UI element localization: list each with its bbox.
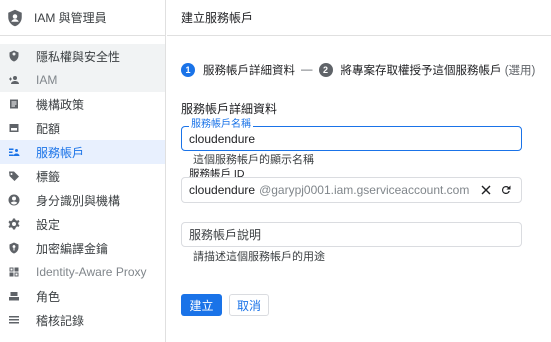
sidebar-nav: 隱私權與安全性 IAM 機構政策 配額 服務帳戶 標籤 身分識別與機構 設定 加… [0, 36, 165, 332]
key-shield-icon [8, 242, 20, 254]
sidebar-item-service-accounts[interactable]: 服務帳戶 [0, 140, 165, 164]
sidebar-title: IAM 與管理員 [34, 11, 107, 25]
sidebar-item-iap[interactable]: Identity-Aware Proxy [0, 260, 165, 284]
sidebar-item-label: 機構政策 [36, 97, 85, 112]
person-add-icon [8, 74, 20, 86]
iam-shield-logo-icon [8, 9, 22, 26]
sidebar: IAM 與管理員 隱私權與安全性 IAM 機構政策 配額 服務帳戶 標籤 身分識… [0, 0, 166, 342]
sidebar-item-label: 角色 [36, 289, 61, 304]
sidebar-item-label: 標籤 [36, 169, 61, 184]
step-2-optional: (選用) [504, 65, 536, 77]
sidebar-item-identity-org[interactable]: 身分識別與機構 [0, 188, 165, 212]
service-account-icon [8, 146, 20, 158]
service-account-description-field[interactable]: 服務帳戶說明 [181, 222, 522, 247]
quota-icon [8, 122, 20, 134]
refresh-icon[interactable] [499, 183, 513, 197]
id-field-value[interactable]: cloudendure [182, 183, 255, 197]
step-separator: — [301, 64, 313, 76]
settings-gear-icon [8, 218, 20, 230]
sidebar-item-label: 設定 [36, 217, 61, 232]
sidebar-item-privacy-security[interactable]: 隱私權與安全性 [0, 44, 165, 68]
label-tag-icon [8, 170, 20, 182]
sidebar-item-crypto-keys[interactable]: 加密編譯金鑰 [0, 236, 165, 260]
sidebar-item-audit-logs[interactable]: 稽核記錄 [0, 308, 165, 332]
main-panel: 建立服務帳戶 1 服務帳戶詳細資料 — 2 將專案存取權授予這個服務帳戶 (選用… [167, 0, 551, 342]
description-field-hint: 請描述這個服務帳戶的用途 [193, 251, 325, 263]
name-field-hint: 這個服務帳戶的顯示名稱 [193, 154, 314, 166]
id-field-suffix: @garypj0001.iam.gserviceaccount.com [259, 183, 470, 197]
step-2-label[interactable]: 將專案存取權授予這個服務帳戶 (選用) [341, 62, 536, 78]
sidebar-item-org-policies[interactable]: 機構政策 [0, 92, 165, 116]
sidebar-item-iam[interactable]: IAM [0, 68, 165, 92]
sidebar-item-label: 配額 [36, 121, 61, 136]
roles-icon [8, 290, 20, 302]
section-title: 服務帳戶詳細資料 [181, 102, 278, 116]
step-1-badge: 1 [181, 63, 195, 77]
sidebar-item-label: 隱私權與安全性 [36, 49, 121, 64]
step-2-badge: 2 [318, 63, 333, 77]
sidebar-item-labels[interactable]: 標籤 [0, 164, 165, 188]
proxy-icon [8, 266, 20, 278]
service-account-id-field[interactable]: cloudendure @garypj0001.iam.gserviceacco… [181, 177, 522, 203]
step-2-title: 將專案存取權授予這個服務帳戶 [340, 65, 502, 77]
account-circle-icon [8, 194, 20, 206]
sidebar-item-label: 服務帳戶 [36, 145, 85, 160]
sidebar-header: IAM 與管理員 [0, 0, 165, 36]
sidebar-item-label: IAM [36, 73, 58, 87]
policy-doc-icon [8, 98, 20, 110]
name-field-label: 服務帳戶名稱 [189, 119, 253, 131]
sidebar-item-roles[interactable]: 角色 [0, 284, 165, 308]
sidebar-item-label: 加密編譯金鑰 [36, 241, 109, 256]
stepper: 1 服務帳戶詳細資料 — 2 將專案存取權授予這個服務帳戶 (選用) [181, 62, 535, 78]
clear-icon[interactable] [479, 183, 493, 197]
sidebar-item-settings[interactable]: 設定 [0, 212, 165, 236]
shield-icon [8, 50, 20, 62]
service-account-name-field[interactable]: 服務帳戶名稱 cloudendure [181, 119, 522, 151]
audit-log-icon [8, 314, 20, 326]
step-1-label[interactable]: 服務帳戶詳細資料 [203, 62, 295, 78]
sidebar-item-label: 身分識別與機構 [36, 193, 121, 208]
sidebar-item-label: Identity-Aware Proxy [36, 265, 147, 279]
cancel-button[interactable]: 取消 [229, 294, 269, 316]
create-button[interactable]: 建立 [181, 294, 222, 316]
page-title: 建立服務帳戶 [167, 0, 551, 36]
sidebar-item-label: 稽核記錄 [36, 313, 85, 328]
description-placeholder[interactable]: 服務帳戶說明 [182, 223, 521, 247]
sidebar-item-quotas[interactable]: 配額 [0, 116, 165, 140]
